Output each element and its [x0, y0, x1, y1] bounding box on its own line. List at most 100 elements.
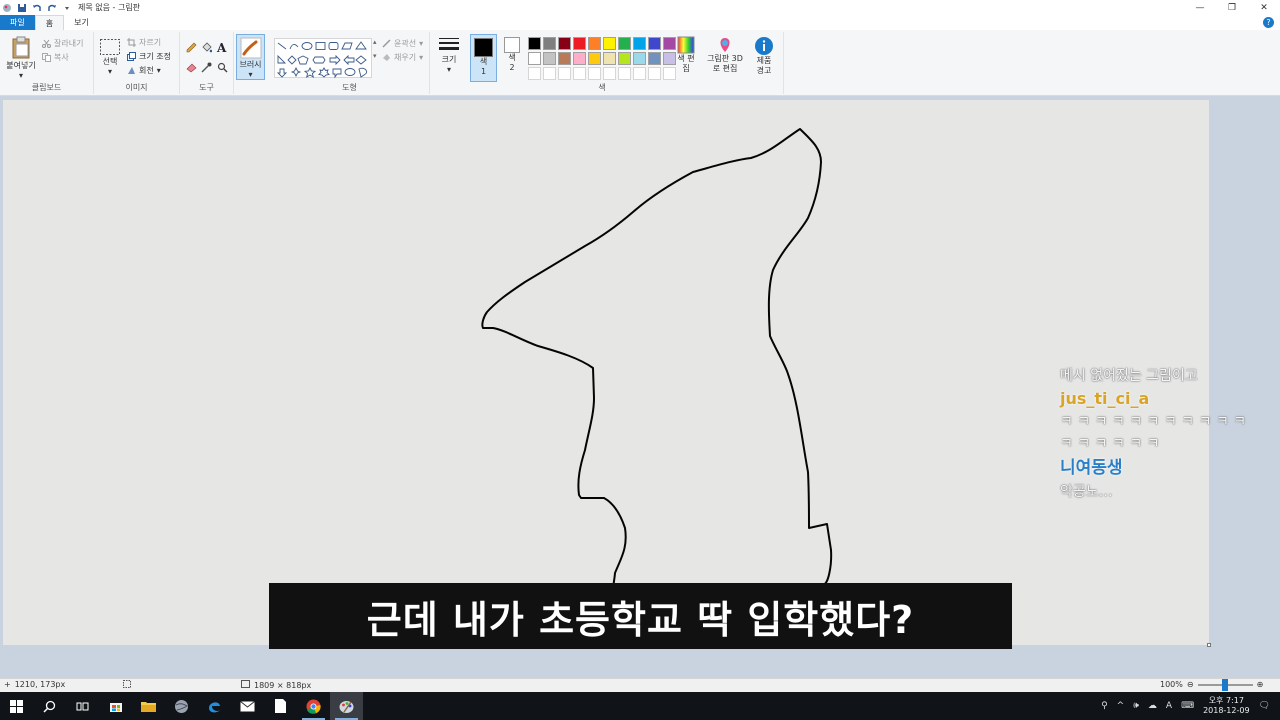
show-hidden-icons-icon[interactable]: ^ — [1117, 701, 1125, 711]
resize-icon — [127, 52, 136, 61]
palette-swatch[interactable] — [558, 52, 571, 65]
zoom-slider-thumb[interactable] — [1221, 678, 1228, 691]
edge-button[interactable] — [198, 692, 231, 720]
document-button[interactable] — [264, 692, 297, 720]
paint-taskbar-button[interactable] — [330, 692, 363, 720]
fill-button[interactable]: 채우기 ▾ — [382, 52, 423, 63]
color-picker-icon[interactable] — [201, 62, 212, 76]
magnifier-icon[interactable] — [217, 62, 228, 76]
action-center-icon[interactable]: 🗨 — [1259, 701, 1270, 711]
maximize-button[interactable]: ❐ — [1216, 0, 1248, 15]
chrome-button[interactable] — [297, 692, 330, 720]
fill-icon — [382, 53, 391, 62]
network-icon[interactable]: ☁ — [1148, 701, 1157, 711]
palette-swatch[interactable] — [573, 52, 586, 65]
text-tool-icon[interactable]: A — [217, 41, 226, 55]
shapes-gallery[interactable] — [274, 38, 372, 79]
close-button[interactable]: ✕ — [1248, 0, 1280, 15]
zoom-in-icon[interactable]: ⊕ — [1257, 680, 1264, 689]
paint-app-icon[interactable] — [2, 3, 12, 13]
windows-logo-icon — [10, 699, 23, 713]
search-button[interactable] — [33, 692, 66, 720]
file-explorer-button[interactable] — [132, 692, 165, 720]
color2-button[interactable]: 색 2 — [500, 34, 524, 73]
palette-swatch-empty[interactable] — [558, 67, 571, 80]
people-icon[interactable]: ⚲ — [1101, 701, 1108, 711]
start-button[interactable] — [0, 692, 33, 720]
system-clock[interactable]: 오후 7:17 2018-12-09 — [1203, 696, 1250, 716]
folder-icon — [141, 702, 156, 712]
keyboard-icon[interactable]: ⌨ — [1181, 701, 1194, 711]
task-view-button[interactable] — [66, 692, 99, 720]
shapes-scroll-up-icon[interactable]: ▴ — [373, 38, 377, 46]
palette-swatch-empty[interactable] — [633, 67, 646, 80]
palette-swatch-empty[interactable] — [618, 67, 631, 80]
palette-swatch-empty[interactable] — [543, 67, 556, 80]
copy-button[interactable]: 복사 — [42, 52, 69, 63]
eraser-icon[interactable] — [186, 62, 197, 76]
brushes-button[interactable]: 브러시 ▾ — [236, 34, 265, 80]
edit-colors-button[interactable]: 색 편집 — [674, 36, 698, 74]
fill-bucket-icon[interactable] — [201, 42, 213, 56]
tools-group-label: 도구 — [199, 83, 214, 92]
palette-swatch[interactable] — [573, 37, 586, 50]
ribbon: 붙여넣기 ▾ 잘라내기 복사 클립보드 선택 ▾ 자르기 크기 조정 회전 ▾ … — [0, 30, 1280, 96]
outline-button[interactable]: 윤곽선 ▾ — [382, 38, 423, 49]
size-button[interactable]: 크기 ▾ — [434, 36, 464, 74]
palette-swatch[interactable] — [588, 52, 601, 65]
palette-swatch[interactable] — [543, 52, 556, 65]
resize-label: 크기 조정 — [139, 52, 171, 61]
product-alert-button[interactable]: 제품 경고 — [752, 36, 776, 76]
select-button[interactable]: 선택 ▾ — [98, 38, 122, 76]
tab-view[interactable]: 보기 — [64, 15, 99, 30]
input-language[interactable]: A — [1166, 701, 1172, 711]
mail-button[interactable] — [231, 692, 264, 720]
color1-button[interactable]: 색 1 — [470, 34, 497, 82]
help-icon[interactable]: ? — [1263, 17, 1274, 28]
palette-swatch[interactable] — [528, 37, 541, 50]
palette-swatch[interactable] — [648, 37, 661, 50]
shapes-scroll-down-icon[interactable]: ▾ — [373, 52, 377, 60]
image-group: 선택 ▾ 자르기 크기 조정 회전 ▾ 이미지 — [94, 32, 180, 94]
tab-home[interactable]: 홈 — [34, 15, 65, 30]
undo-icon[interactable] — [32, 3, 42, 13]
redo-icon[interactable] — [47, 3, 57, 13]
palette-swatch[interactable] — [603, 52, 616, 65]
store-button[interactable] — [99, 692, 132, 720]
palette-swatch[interactable] — [528, 52, 541, 65]
cut-button[interactable]: 잘라내기 — [42, 38, 83, 49]
palette-swatch[interactable] — [633, 37, 646, 50]
resize-button[interactable]: 크기 조정 — [127, 51, 171, 62]
palette-swatch[interactable] — [633, 52, 646, 65]
tab-file[interactable]: 파일 — [0, 15, 35, 30]
palette-swatch[interactable] — [588, 37, 601, 50]
save-icon[interactable] — [17, 3, 27, 13]
canvas-resize-handle[interactable] — [1207, 643, 1211, 647]
customize-dropdown-icon[interactable] — [62, 3, 72, 13]
palette-swatch-empty[interactable] — [573, 67, 586, 80]
zoom-out-icon[interactable]: ⊖ — [1187, 680, 1194, 689]
edge-icon — [209, 701, 220, 712]
paint3d-button[interactable]: 그림판 3D로 편집 — [706, 36, 744, 74]
palette-swatch-empty[interactable] — [528, 67, 541, 80]
info-icon — [755, 37, 773, 55]
palette-swatch[interactable] — [648, 52, 661, 65]
rotate-button[interactable]: 회전 ▾ — [127, 65, 161, 76]
globe-browser-button[interactable] — [165, 692, 198, 720]
zoom-slider[interactable] — [1197, 678, 1253, 691]
crop-button[interactable]: 자르기 — [127, 37, 161, 48]
pencil-icon[interactable] — [186, 42, 197, 56]
palette-swatch[interactable] — [618, 37, 631, 50]
drawing-canvas[interactable] — [3, 100, 1209, 645]
palette-swatch[interactable] — [618, 52, 631, 65]
paste-button[interactable]: 붙여넣기 ▾ — [4, 36, 38, 80]
palette-swatch[interactable] — [603, 37, 616, 50]
volume-icon[interactable]: 🕪 — [1133, 701, 1139, 711]
palette-swatch-empty[interactable] — [588, 67, 601, 80]
palette-swatch[interactable] — [543, 37, 556, 50]
palette-swatch-empty[interactable] — [603, 67, 616, 80]
palette-swatch-empty[interactable] — [648, 67, 661, 80]
palette-swatch[interactable] — [558, 37, 571, 50]
minimize-button[interactable]: — — [1184, 0, 1216, 15]
copy-icon — [42, 53, 51, 62]
